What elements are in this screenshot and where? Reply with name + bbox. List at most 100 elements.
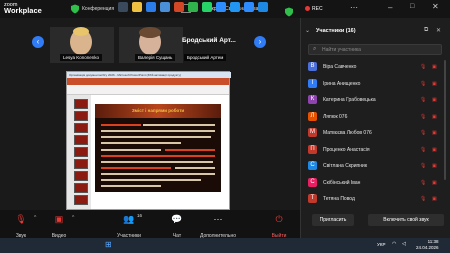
mic-muted-icon: 🎙 — [420, 163, 427, 169]
chrome-icon[interactable] — [188, 2, 198, 12]
slide-title: Зміст і напрями роботи — [131, 108, 185, 113]
participant-name: Тетяна Повод — [323, 196, 355, 202]
zoom-taskbar-icon[interactable] — [216, 2, 226, 12]
search-taskbar-icon[interactable] — [118, 2, 128, 12]
powerpoint-icon[interactable] — [174, 2, 184, 12]
clock-date: 24.04.2026 — [416, 245, 439, 250]
slide-text-line — [175, 167, 215, 169]
next-page-button[interactable]: › — [254, 36, 266, 48]
slide-text-line — [101, 185, 161, 187]
zoom-app-icon[interactable] — [244, 2, 254, 12]
close-panel-icon[interactable]: ✕ — [436, 27, 441, 34]
current-slide: Зміст і напрями роботи — [95, 104, 221, 192]
participant-row[interactable]: С Світлана Скрипник 🎙 ▣ — [308, 159, 442, 174]
slide-text-line — [101, 155, 215, 157]
camera-off-icon: ▣ — [432, 130, 437, 136]
ppt-ribbon — [67, 78, 229, 85]
panel-title: Участники (16) — [316, 28, 356, 34]
chevron-up-icon[interactable]: ^ — [34, 215, 36, 221]
search-placeholder[interactable]: Найти участника — [322, 47, 361, 53]
start-icon[interactable]: ⊞ — [105, 240, 112, 249]
leave-icon: ⏻ — [275, 214, 283, 224]
slide-text-line — [101, 130, 215, 132]
shared-screen: Організація документообігу 2026 - Micros… — [66, 71, 231, 210]
slide-text-line — [101, 124, 141, 126]
mic-muted-icon: 🎙 — [420, 113, 427, 120]
slide-thumb — [74, 99, 88, 109]
more-dots-icon: ⋯ — [213, 214, 223, 224]
conference-label[interactable]: Конференция — [82, 6, 114, 12]
slide-thumb — [74, 111, 88, 121]
video-tile-2[interactable]: Валерія Сущань — [119, 27, 183, 63]
slide-thumb — [74, 195, 88, 205]
slide-thumb — [74, 123, 88, 133]
slide-thumbnails — [67, 95, 91, 209]
more-icon[interactable]: ⋯ — [350, 3, 358, 12]
avatar: В — [308, 62, 317, 71]
ppt-toolbar — [67, 85, 229, 95]
video-tile-1[interactable]: Lesya Kononenko — [50, 27, 114, 63]
slide-text-line — [101, 149, 161, 151]
unmute-self-button[interactable]: Включить свой звук — [368, 214, 444, 226]
app-icon[interactable] — [160, 2, 170, 12]
avatar: С — [308, 177, 317, 187]
chevron-down-icon[interactable]: ⌄ — [305, 27, 310, 34]
participants-count: 16 — [137, 213, 143, 218]
participant-name: Світлана Скрипник — [323, 163, 368, 169]
minimize-icon[interactable]: – — [388, 3, 392, 12]
chevron-up-icon[interactable]: ^ — [72, 215, 74, 221]
participant-search[interactable]: ⌕ Найти участника — [308, 44, 442, 55]
camera-off-icon: ▣ — [432, 64, 437, 70]
video-name-3: Бродський Артем — [184, 54, 227, 61]
volume-icon[interactable]: ◁ — [402, 241, 406, 247]
participant-row[interactable]: К Катерина Грабовецька 🎙 ▣ — [308, 93, 442, 108]
slide-thumb — [74, 135, 88, 145]
hair-shape — [139, 27, 161, 38]
maximize-icon[interactable]: □ — [410, 3, 414, 10]
record-dot-icon — [305, 6, 310, 11]
camera-off-icon: ▣ — [432, 113, 437, 120]
participant-row[interactable]: І Ірина Анищенко 🎙 ▣ — [308, 77, 442, 92]
participant-row[interactable]: Т Тетяна Повод 🎙 ▣ — [308, 192, 442, 207]
language-indicator[interactable]: УКР — [377, 242, 385, 247]
popout-icon[interactable]: ⧉ — [424, 27, 428, 34]
participant-row[interactable]: П Проценко Анастасія 🎙 ▣ — [308, 143, 442, 158]
scrollbar[interactable] — [444, 60, 446, 180]
telegram-icon[interactable] — [230, 2, 240, 12]
whatsapp-icon[interactable] — [202, 2, 212, 12]
zoom-logo: zoom Workplace — [4, 2, 42, 14]
video-name-1: Lesya Kononenko — [60, 54, 103, 61]
participant-name: Віра Савченко — [323, 64, 357, 70]
avatar: М — [308, 128, 317, 137]
green-shield-icon[interactable] — [284, 4, 294, 17]
word-icon[interactable] — [146, 2, 156, 12]
participant-row[interactable]: М Матвєєва Любов 076 🎙 ▣ — [308, 126, 442, 141]
participant-row[interactable]: Л Ляпюк 076 🎙 ▣ — [308, 110, 442, 125]
participant-row[interactable]: С Скібінський Іван 🎙 ▣ — [308, 176, 442, 191]
mic-muted-icon: 🎙 — [420, 196, 427, 202]
participant-name: Матвєєва Любов 076 — [323, 130, 372, 136]
slide-text-line — [101, 161, 213, 163]
video-name-overflow: Бродський Арт... — [182, 37, 236, 44]
prev-page-button[interactable]: ‹ — [32, 36, 44, 48]
camera-off-icon: ▣ — [432, 80, 437, 87]
file-explorer-icon[interactable] — [132, 2, 142, 12]
invite-button[interactable]: Пригласить — [312, 214, 354, 226]
app-icon[interactable] — [258, 2, 268, 12]
participant-name: Катерина Грабовецька — [323, 97, 376, 103]
rec-label[interactable]: REC — [312, 6, 323, 12]
avatar: І — [308, 78, 317, 88]
slide-text-line — [101, 167, 171, 169]
wifi-icon[interactable]: ◠ — [392, 241, 396, 247]
mic-muted-icon: 🎙 — [420, 64, 427, 70]
close-icon[interactable]: ✕ — [432, 2, 439, 11]
avatar: Л — [308, 111, 317, 121]
participant-row[interactable]: В Віра Савченко 🎙 ▣ — [308, 60, 442, 75]
camera-off-icon: ▣ — [432, 163, 437, 169]
slide-text-line — [143, 124, 215, 126]
taskbar-clock[interactable]: 11:38 24.04.2026 — [416, 239, 439, 251]
participant-name: Ляпюк 076 — [323, 113, 348, 120]
shield-icon[interactable] — [70, 4, 80, 14]
hair-shape — [73, 27, 89, 36]
avatar: П — [308, 144, 317, 154]
